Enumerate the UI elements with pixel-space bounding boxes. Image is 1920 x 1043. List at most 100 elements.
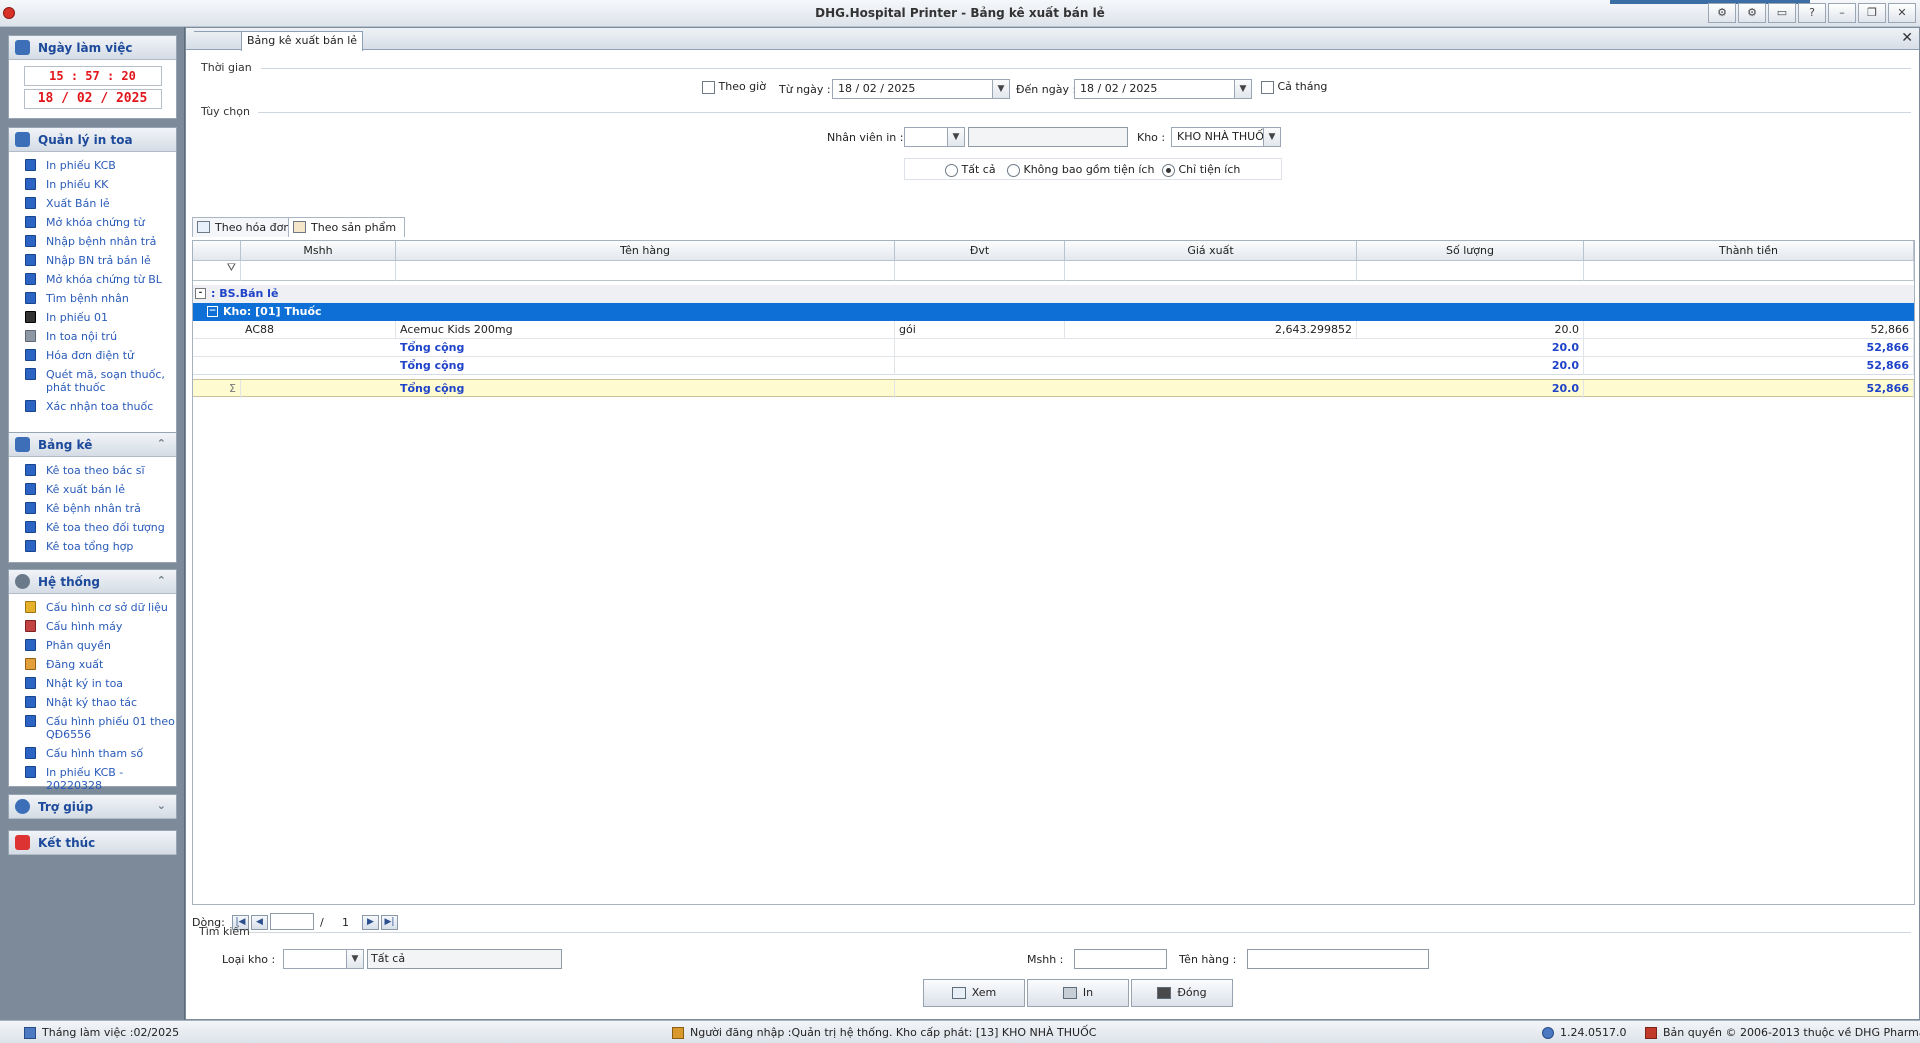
filter-mshh[interactable]	[241, 261, 396, 281]
column-header-thanh-tien[interactable]: Thành tiền	[1584, 241, 1914, 261]
menu-hoa-don-dien-tu[interactable]: Hóa đơn điện tử	[9, 346, 176, 365]
document-icon	[25, 292, 36, 304]
by-hour-checkbox[interactable]	[702, 80, 715, 94]
by-hour-option[interactable]: Theo giờ	[702, 80, 766, 94]
column-header-dvt[interactable]: Đvt	[895, 241, 1065, 261]
group-expander-icon[interactable]: -	[195, 288, 206, 299]
column-header-gia-xuat[interactable]: Giá xuất	[1065, 241, 1357, 261]
status-month: Tháng làm việc :02/2025	[24, 1026, 179, 1039]
expand-icon[interactable]: ⌄	[157, 799, 166, 812]
help-icon[interactable]: ?	[1798, 3, 1826, 23]
report-folder-icon	[15, 437, 30, 452]
menu-nhap-benh-nhan-tra[interactable]: Nhập bệnh nhân trả	[9, 232, 176, 251]
menu-in-phieu-kcb-20220328[interactable]: In phiếu KCB - 20220328	[9, 763, 176, 795]
options-group-label: Tùy chọn	[201, 105, 250, 118]
radio-exclude-utility[interactable]: Không bao gồm tiện ích	[1007, 163, 1154, 177]
page-input[interactable]	[270, 913, 314, 930]
radio-all[interactable]: Tất cả	[945, 163, 996, 177]
last-page-icon[interactable]: ▶|	[381, 915, 398, 930]
menu-mo-khoa-chung-tu-bl[interactable]: Mở khóa chứng từ BL	[9, 270, 176, 289]
menu-cau-hinh-may[interactable]: Cấu hình máy	[9, 617, 176, 636]
menu-quet-ma[interactable]: Quét mã, soạn thuốc, phát thuốc	[9, 365, 176, 397]
column-header-ten-hang[interactable]: Tên hàng	[396, 241, 895, 261]
menu-ke-benh-nhan-tra[interactable]: Kê bệnh nhân trả	[9, 499, 176, 518]
mshh-search-input[interactable]	[1074, 949, 1167, 969]
menu-mo-khoa-chung-tu[interactable]: Mở khóa chứng từ	[9, 213, 176, 232]
filter-gia-xuat[interactable]	[1065, 261, 1357, 281]
close-button[interactable]: Đóng	[1131, 979, 1233, 1007]
warehouse-type-select[interactable]: ▼	[283, 949, 364, 969]
exit-panel[interactable]: Kết thúc	[8, 830, 177, 855]
menu-nhat-ky-in-toa[interactable]: Nhật ký in toa	[9, 674, 176, 693]
cell-thanh-tien: 52,866	[1584, 321, 1914, 339]
staff-select[interactable]: ▼	[904, 127, 965, 147]
prev-page-icon[interactable]: ◀	[251, 915, 268, 930]
menu-cau-hinh-csdl[interactable]: Cấu hình cơ sở dữ liệu	[9, 598, 176, 617]
to-date-picker[interactable]: 18 / 02 / 2025 ▼	[1074, 79, 1252, 99]
layout-icon[interactable]: ▭	[1768, 3, 1796, 23]
radio-only-utility[interactable]: Chỉ tiện ích	[1162, 163, 1240, 177]
print-button[interactable]: In	[1027, 979, 1129, 1007]
staff-dropdown-icon[interactable]: ▼	[947, 128, 964, 146]
from-date-picker[interactable]: 18 / 02 / 2025 ▼	[832, 79, 1010, 99]
tab-theo-san-pham[interactable]: Theo sản phẩm	[288, 217, 406, 237]
menu-ke-xuat-ban-le[interactable]: Kê xuất bán lẻ	[9, 480, 176, 499]
settings-icon[interactable]: ⚙	[1708, 3, 1736, 23]
restore-button[interactable]: ❐	[1858, 3, 1886, 23]
menu-ke-toa-tong-hop[interactable]: Kê toa tổng hợp	[9, 537, 176, 556]
menu-phan-quyen[interactable]: Phân quyền	[9, 636, 176, 655]
menu-xac-nhan-toa-thuoc[interactable]: Xác nhận toa thuốc	[9, 397, 176, 416]
whole-month-option[interactable]: Cả tháng	[1261, 80, 1327, 94]
group-expander-icon[interactable]: −	[207, 306, 218, 317]
menu-xuat-ban-le[interactable]: Xuất Bán lẻ	[9, 194, 176, 213]
help-panel[interactable]: Trợ giúp ⌄	[8, 794, 177, 819]
view-icon	[951, 987, 966, 999]
filter-ten-hang[interactable]	[396, 261, 895, 281]
product-name-search-input[interactable]	[1247, 949, 1429, 969]
menu-cau-hinh-tham-so[interactable]: Cấu hình tham số	[9, 744, 176, 763]
warehouse-dropdown-icon[interactable]: ▼	[1263, 128, 1280, 146]
minimize-button[interactable]: –	[1828, 3, 1856, 23]
tab-theo-hoa-don[interactable]: Theo hóa đơn	[192, 217, 300, 237]
table-row[interactable]: AC88 Acemuc Kids 200mg gói 2,643.299852 …	[193, 321, 1914, 339]
filter-thanh-tien[interactable]	[1584, 261, 1914, 281]
menu-cau-hinh-phieu-01[interactable]: Cấu hình phiếu 01 theo QĐ6556	[9, 712, 176, 744]
menu-in-toa-noi-tru[interactable]: In toa nội trú	[9, 327, 176, 346]
menu-dang-xuat[interactable]: Đăng xuất	[9, 655, 176, 674]
collapse-icon[interactable]: ⌃	[157, 437, 166, 450]
group-row-ban-le[interactable]: - : BS.Bán lẻ	[193, 285, 1914, 303]
menu-ke-toa-theo-doi-tuong[interactable]: Kê toa theo đối tượng	[9, 518, 176, 537]
radio-exclude-utility-button[interactable]	[1007, 163, 1020, 177]
menu-in-phieu-kcb[interactable]: In phiếu KCB	[9, 156, 176, 175]
from-date-dropdown-icon[interactable]: ▼	[992, 80, 1009, 98]
menu-nhap-bn-tra-ban-le[interactable]: Nhập BN trả bán lẻ	[9, 251, 176, 270]
menu-nhat-ky-thao-tac[interactable]: Nhật ký thao tác	[9, 693, 176, 712]
exit-title: Kết thúc	[38, 835, 96, 850]
next-page-icon[interactable]: ▶	[362, 915, 379, 930]
warehouse-type-dropdown-icon[interactable]: ▼	[346, 950, 363, 968]
menu-tim-benh-nhan[interactable]: Tìm bệnh nhân	[9, 289, 176, 308]
close-tab-icon[interactable]: ✕	[1901, 30, 1913, 46]
view-button[interactable]: Xem	[923, 979, 1025, 1007]
column-header-mshh[interactable]: Mshh	[241, 241, 396, 261]
group-row-kho[interactable]: − Kho: [01] Thuốc	[193, 303, 1914, 321]
config-icon[interactable]: ⚙	[1738, 3, 1766, 23]
menu-in-phieu-kk[interactable]: In phiếu KK	[9, 175, 176, 194]
menu-in-phieu-01[interactable]: In phiếu 01	[9, 308, 176, 327]
warehouse-select[interactable]: KHO NHÀ THUỐC ▼	[1171, 127, 1281, 147]
printer-icon	[25, 330, 36, 342]
whole-month-checkbox[interactable]	[1261, 80, 1274, 94]
tab-bang-ke-xuat-ban-le[interactable]: Bảng kê xuất bán lẻ	[241, 31, 363, 51]
collapse-icon[interactable]: ⌃	[157, 574, 166, 587]
filter-icon[interactable]: ⛛	[193, 261, 241, 281]
filter-so-luong[interactable]	[1357, 261, 1584, 281]
to-date-dropdown-icon[interactable]: ▼	[1234, 80, 1251, 98]
filter-dvt[interactable]	[895, 261, 1065, 281]
document-icon	[25, 521, 36, 533]
close-window-button[interactable]: ✕	[1888, 3, 1916, 23]
menu-ke-toa-theo-bac-si[interactable]: Kê toa theo bác sĩ	[9, 461, 176, 480]
radio-only-utility-button[interactable]	[1162, 163, 1175, 177]
radio-all-button[interactable]	[945, 163, 958, 177]
window-title: DHG.Hospital Printer - Bảng kê xuất bán …	[815, 6, 1105, 20]
column-header-so-luong[interactable]: Số lượng	[1357, 241, 1584, 261]
